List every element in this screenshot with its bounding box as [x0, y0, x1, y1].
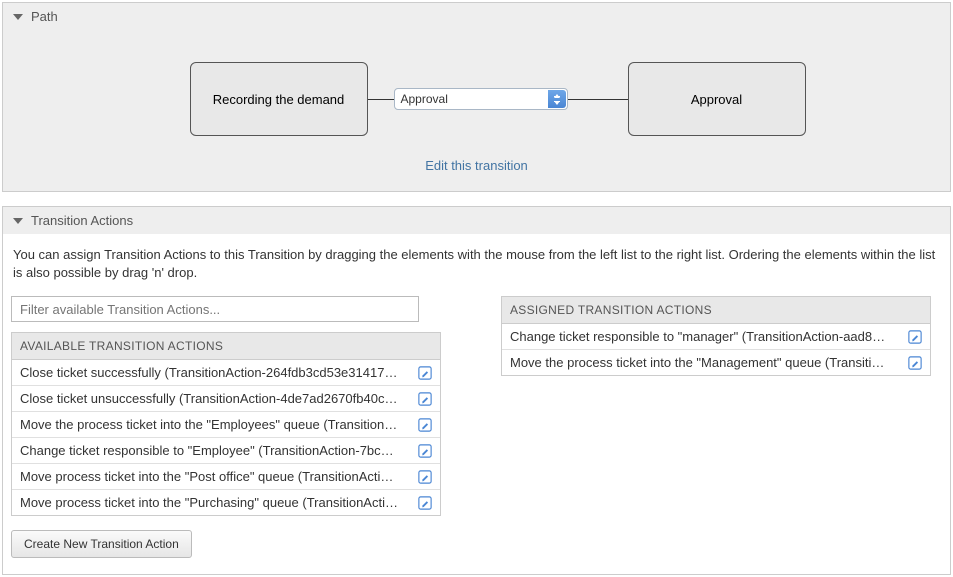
- available-list-header: AVAILABLE TRANSITION ACTIONS: [11, 332, 441, 360]
- list-item-label: Move the process ticket into the "Employ…: [20, 417, 410, 432]
- list-item-label: Close ticket unsuccessfully (TransitionA…: [20, 391, 410, 406]
- assigned-list[interactable]: Change ticket responsible to "manager" (…: [501, 324, 931, 376]
- actions-body: You can assign Transition Actions to thi…: [3, 234, 950, 574]
- actions-panel-header[interactable]: Transition Actions: [3, 207, 950, 234]
- list-item[interactable]: Change ticket responsible to "manager" (…: [502, 324, 930, 349]
- transition-actions-panel: Transition Actions You can assign Transi…: [2, 206, 951, 575]
- list-item-label: Move the process ticket into the "Manage…: [510, 355, 900, 370]
- path-panel-header[interactable]: Path: [3, 3, 950, 30]
- list-item-label: Move process ticket into the "Purchasing…: [20, 495, 410, 510]
- edit-icon[interactable]: [908, 356, 922, 370]
- list-item-label: Move process ticket into the "Post offic…: [20, 469, 410, 484]
- state-box-target[interactable]: Approval: [628, 62, 806, 136]
- list-item[interactable]: Move the process ticket into the "Manage…: [502, 349, 930, 375]
- assigned-list-header: ASSIGNED TRANSITION ACTIONS: [501, 296, 931, 324]
- available-list[interactable]: Close ticket successfully (TransitionAct…: [11, 360, 441, 516]
- connector-line: [568, 99, 628, 100]
- list-item[interactable]: Close ticket successfully (TransitionAct…: [12, 360, 440, 385]
- list-item[interactable]: Move process ticket into the "Post offic…: [12, 463, 440, 489]
- edit-icon[interactable]: [908, 330, 922, 344]
- state-target-label: Approval: [691, 92, 742, 107]
- path-body: Recording the demand Approval Approval E…: [3, 30, 950, 191]
- edit-icon[interactable]: [418, 392, 432, 406]
- list-item[interactable]: Move process ticket into the "Purchasing…: [12, 489, 440, 515]
- edit-icon[interactable]: [418, 444, 432, 458]
- available-column: AVAILABLE TRANSITION ACTIONS Close ticke…: [11, 296, 441, 558]
- list-item[interactable]: Change ticket responsible to "Employee" …: [12, 437, 440, 463]
- edit-icon[interactable]: [418, 470, 432, 484]
- create-new-transition-action-button[interactable]: Create New Transition Action: [11, 530, 192, 558]
- actions-description: You can assign Transition Actions to thi…: [13, 246, 940, 282]
- edit-transition-link[interactable]: Edit this transition: [13, 158, 940, 173]
- edit-icon[interactable]: [418, 418, 432, 432]
- list-item[interactable]: Close ticket unsuccessfully (TransitionA…: [12, 385, 440, 411]
- list-item-label: Close ticket successfully (TransitionAct…: [20, 365, 410, 380]
- path-header-label: Path: [31, 9, 58, 24]
- edit-icon[interactable]: [418, 366, 432, 380]
- list-item-label: Change ticket responsible to "Employee" …: [20, 443, 410, 458]
- list-item[interactable]: Move the process ticket into the "Employ…: [12, 411, 440, 437]
- actions-header-label: Transition Actions: [31, 213, 133, 228]
- edit-icon[interactable]: [418, 496, 432, 510]
- state-box-source[interactable]: Recording the demand: [190, 62, 368, 136]
- path-panel: Path Recording the demand Approval Appro…: [2, 2, 951, 192]
- caret-down-icon: [13, 14, 23, 20]
- list-item-label: Change ticket responsible to "manager" (…: [510, 329, 900, 344]
- path-diagram: Recording the demand Approval Approval: [13, 50, 940, 136]
- assigned-column: ASSIGNED TRANSITION ACTIONS Change ticke…: [501, 296, 931, 376]
- caret-down-icon: [13, 218, 23, 224]
- transition-select[interactable]: Approval: [394, 88, 568, 110]
- transition-select-value: Approval: [401, 92, 448, 106]
- connector-line: [368, 99, 394, 100]
- select-arrow-icon: [548, 90, 566, 108]
- state-source-label: Recording the demand: [213, 92, 345, 107]
- filter-input[interactable]: [11, 296, 419, 322]
